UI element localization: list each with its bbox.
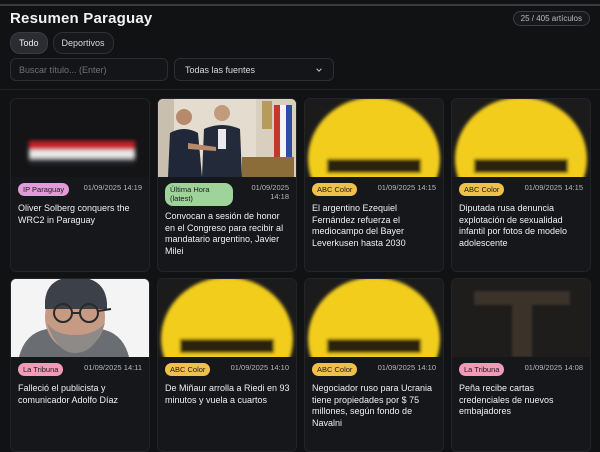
source-badge: ABC Color bbox=[312, 363, 358, 376]
source-badge: ABC Color bbox=[165, 363, 211, 376]
source-select[interactable]: Todas las fuentes bbox=[174, 58, 334, 81]
article-date: 01/09/2025 14:10 bbox=[377, 363, 436, 372]
abc-logo-image bbox=[452, 99, 590, 177]
article-card[interactable]: IP Paraguay 01/09/2025 14:19 Oliver Solb… bbox=[10, 98, 150, 272]
article-card[interactable]: ABC Color 01/09/2025 14:10 Negociador ru… bbox=[304, 278, 444, 452]
article-card[interactable]: ABC Color 01/09/2025 14:15 Diputada rusa… bbox=[451, 98, 591, 272]
source-badge: ABC Color bbox=[312, 183, 358, 196]
header-divider bbox=[0, 89, 600, 90]
page-title: Resumen Paraguay bbox=[10, 10, 153, 27]
source-badge: Última Hora (latest) bbox=[165, 183, 233, 207]
article-card[interactable]: Última Hora (latest) 01/09/2025 14:18 Co… bbox=[157, 98, 297, 272]
article-headline[interactable]: Falleció el publicista y comunicador Ado… bbox=[18, 383, 144, 406]
article-headline[interactable]: Oliver Solberg conquers the WRC2 in Para… bbox=[18, 203, 144, 226]
source-badge: La Tribuna bbox=[459, 363, 505, 376]
source-select-value: Todas las fuentes bbox=[185, 64, 256, 75]
article-date: 01/09/2025 14:15 bbox=[377, 183, 436, 192]
article-thumbnail bbox=[452, 279, 590, 357]
article-thumbnail bbox=[158, 99, 296, 177]
article-thumbnail bbox=[11, 279, 149, 357]
officials-photo bbox=[158, 99, 296, 177]
search-input[interactable] bbox=[10, 58, 168, 81]
article-headline[interactable]: Peña recibe cartas credenciales de nuevo… bbox=[459, 383, 585, 418]
portrait-photo bbox=[11, 279, 149, 357]
article-thumbnail bbox=[305, 279, 443, 357]
abc-logo-image bbox=[305, 279, 443, 357]
article-headline[interactable]: Diputada rusa denuncia explotación de se… bbox=[459, 203, 585, 249]
source-badge: ABC Color bbox=[459, 183, 505, 196]
article-thumbnail bbox=[158, 279, 296, 357]
article-date: 01/09/2025 14:15 bbox=[524, 183, 583, 192]
chevron-down-icon bbox=[316, 67, 322, 72]
tab-todo[interactable]: Todo bbox=[10, 32, 48, 54]
article-date: 01/09/2025 14:10 bbox=[230, 363, 289, 372]
flag-banner-image bbox=[29, 141, 135, 164]
article-headline[interactable]: Convocan a sesión de honor en el Congres… bbox=[165, 211, 291, 257]
article-headline[interactable]: De Miñaur arrolla a Riedi en 93 minutos … bbox=[165, 383, 291, 406]
article-headline[interactable]: Negociador ruso para Ucrania tiene propi… bbox=[312, 383, 438, 429]
article-thumbnail bbox=[305, 99, 443, 177]
article-headline[interactable]: El argentino Ezequiel Fernández refuerza… bbox=[312, 203, 438, 249]
article-card[interactable]: La Tribuna 01/09/2025 14:08 Peña recibe … bbox=[451, 278, 591, 452]
article-thumbnail bbox=[11, 99, 149, 177]
category-tabs: Todo Deportivos bbox=[10, 32, 114, 54]
source-badge: IP Paraguay bbox=[18, 183, 70, 196]
source-badge: La Tribuna bbox=[18, 363, 64, 376]
article-date: 01/09/2025 14:18 bbox=[251, 183, 289, 202]
article-count-badge: 25 / 405 artículos bbox=[512, 11, 590, 26]
tribuna-logo-image bbox=[452, 279, 590, 357]
abc-logo-image bbox=[305, 99, 443, 177]
article-date: 01/09/2025 14:08 bbox=[524, 363, 583, 372]
article-card[interactable]: ABC Color 01/09/2025 14:10 De Miñaur arr… bbox=[157, 278, 297, 452]
article-date: 01/09/2025 14:19 bbox=[83, 183, 142, 192]
tab-deportivos[interactable]: Deportivos bbox=[52, 32, 114, 54]
abc-logo-image bbox=[158, 279, 296, 357]
article-card[interactable]: La Tribuna 01/09/2025 14:11 Falleció el … bbox=[10, 278, 150, 452]
article-card[interactable]: ABC Color 01/09/2025 14:15 El argentino … bbox=[304, 98, 444, 272]
article-thumbnail bbox=[452, 99, 590, 177]
article-date: 01/09/2025 14:11 bbox=[84, 363, 142, 372]
top-border bbox=[0, 4, 600, 6]
